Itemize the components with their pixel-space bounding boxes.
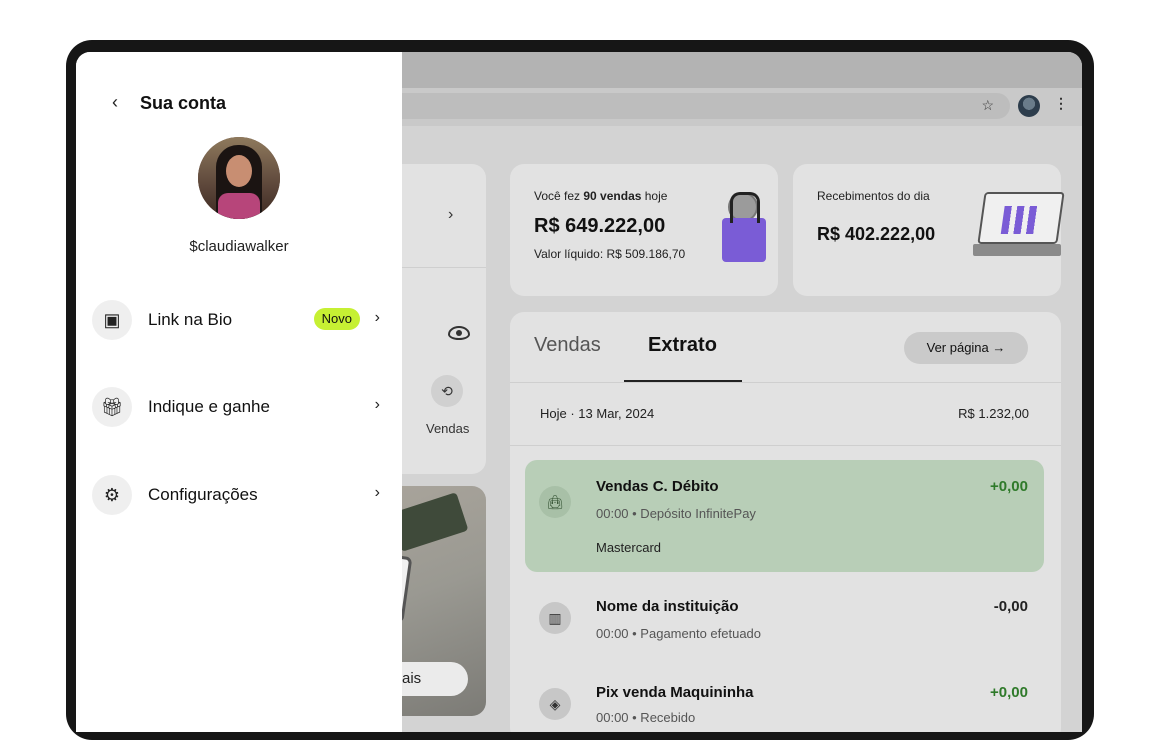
transaction-row[interactable]: ▥ Nome da instituição 00:00 • Pagamento … [525, 586, 1044, 656]
sales-amount: R$ 649.222,00 [534, 215, 666, 237]
sales-count: 90 vendas [583, 189, 642, 203]
username: $claudiawalker [189, 238, 289, 255]
chevron-right-icon[interactable]: › [448, 206, 453, 224]
gift-icon: 🎁︎ [92, 387, 132, 427]
sales-count-suffix: hoje [641, 189, 668, 203]
browser-link-icon: ▣ [92, 300, 132, 340]
url-field[interactable] [376, 93, 1010, 119]
chevron-right-icon: › [374, 309, 380, 326]
receipts-card: Recebimentos do dia R$ 402.222,00 [793, 164, 1065, 296]
sales-history-icon[interactable]: ⟲ [431, 375, 463, 407]
transaction-subtitle: 00:00 • Recebido [596, 710, 696, 725]
chevron-right-icon: › [374, 484, 380, 501]
browser-profile-avatar[interactable] [1018, 95, 1040, 117]
tab-vendas[interactable]: Vendas [534, 334, 601, 357]
transaction-subtitle: 00:00 • Pagamento efetuado [596, 626, 762, 641]
avatar [198, 137, 280, 219]
day-divider [510, 445, 1061, 446]
browser-menu-icon[interactable]: ⋮ [1054, 95, 1068, 112]
statement-card: Vendas Extrato Ver página → Hoje · 13 Ma… [510, 312, 1061, 732]
transaction-row[interactable]: 👜︎ Vendas C. Débito 00:00 • Depósito Inf… [525, 460, 1044, 572]
day-total: R$ 1.232,00 [958, 406, 1029, 421]
basket-illustration [722, 192, 766, 262]
menu-item-indique-e-ganhe[interactable]: 🎁︎ Indique e ganhe › [92, 387, 386, 427]
laptop-base-illustration [973, 244, 1061, 256]
menu-item-label: Configurações [148, 485, 258, 504]
menu-item-link-na-bio[interactable]: ▣ Link na Bio Novo › [92, 300, 386, 340]
transaction-card-brand: Mastercard [596, 540, 662, 555]
receipts-title: Recebimentos do dia [817, 189, 930, 203]
eye-icon[interactable] [448, 326, 470, 340]
account-panel: ‹ Sua conta $claudiawalker ▣ Link na Bio… [76, 52, 402, 732]
transaction-amount: +0,00 [990, 684, 1028, 701]
vendas-shortcut-label[interactable]: Vendas [426, 421, 469, 436]
panel-title: Sua conta [140, 93, 227, 113]
net-value: Valor líquido: R$ 509.186,70 [534, 247, 686, 261]
sales-today-card: Você fez 90 vendas hoje R$ 649.222,00 Va… [510, 164, 778, 296]
transaction-title: Vendas C. Débito [596, 478, 719, 495]
sales-count-text: Você fez 90 vendas hoje [534, 189, 667, 203]
view-page-button[interactable]: Ver página → [904, 332, 1028, 364]
transaction-row[interactable]: ◈ Pix venda Maquininha 00:00 • Recebido … [525, 672, 1044, 732]
transaction-title: Nome da instituição [596, 598, 739, 615]
transaction-subtitle: 00:00 • Depósito InfinitePay [596, 506, 756, 521]
new-badge: Novo [313, 308, 360, 330]
transaction-title: Pix venda Maquininha [596, 684, 754, 701]
menu-item-configuracoes[interactable]: ⚙ Configurações › [92, 475, 386, 515]
sales-count-prefix: Você fez [534, 189, 584, 203]
gear-icon: ⚙ [92, 475, 132, 515]
receipts-amount: R$ 402.222,00 [817, 224, 936, 244]
barcode-icon: ▥ [539, 602, 571, 634]
tab-extrato[interactable]: Extrato [648, 334, 717, 357]
pix-icon: ◈ [539, 688, 571, 720]
day-date: Hoje · 13 Mar, 2024 [540, 406, 655, 421]
shopping-bag-icon: 👜︎ [539, 486, 571, 518]
chevron-right-icon: › [374, 396, 380, 413]
transaction-amount: -0,00 [993, 598, 1028, 615]
menu-item-label: Indique e ganhe [148, 397, 270, 416]
tabs-divider [510, 382, 1061, 383]
menu-item-label: Link na Bio [148, 310, 233, 329]
laptop-chart-illustration [977, 192, 1065, 244]
transaction-amount: +0,00 [990, 478, 1028, 495]
bookmark-star-icon[interactable]: ☆ [981, 97, 994, 114]
back-chevron-icon[interactable]: ‹ [112, 92, 118, 113]
